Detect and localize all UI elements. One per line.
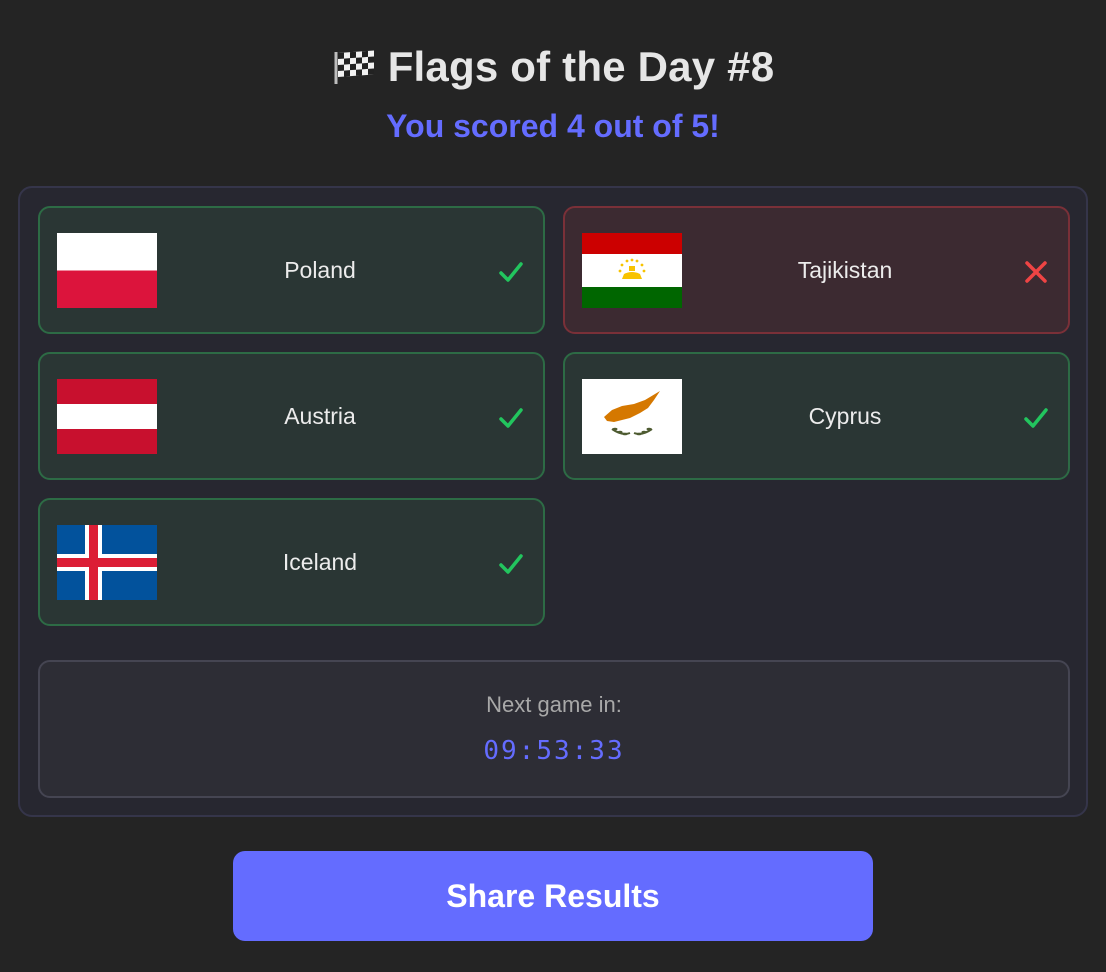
austria-flag-icon — [57, 379, 157, 454]
timer-label: Next game in: — [486, 692, 622, 717]
game-results-page: Flags of the Day #8 You scored 4 out of … — [0, 0, 1106, 972]
country-name: Austria — [284, 402, 356, 429]
results-panel: Poland Tajikistan Austria Cyprus Iceland… — [18, 186, 1088, 817]
country-name: Iceland — [282, 548, 358, 575]
country-name: Tajikistan — [797, 256, 893, 283]
check-icon — [497, 258, 525, 286]
score-text: You scored 4 out of 5! — [386, 108, 720, 144]
country-name: Poland — [284, 256, 356, 283]
tajikistan-flag-icon — [582, 233, 682, 308]
result-card-iceland: Iceland — [38, 498, 545, 626]
cross-icon — [1022, 258, 1050, 286]
share-results-button[interactable]: Share Results — [233, 851, 873, 941]
result-card-poland: Poland — [38, 206, 545, 334]
next-game-timer: Next game in: 09:53:33 — [38, 660, 1070, 798]
check-icon — [497, 550, 525, 578]
timer-countdown: 09:53:33 — [483, 736, 625, 766]
result-card-cyprus: Cyprus — [563, 352, 1070, 480]
result-card-austria: Austria — [38, 352, 545, 480]
cyprus-flag-icon — [582, 379, 682, 454]
check-icon — [1022, 404, 1050, 432]
results-grid: Poland Tajikistan Austria Cyprus Iceland — [38, 206, 1070, 626]
iceland-flag-icon — [57, 525, 157, 600]
checkered-flag-icon — [332, 48, 378, 86]
check-icon — [497, 404, 525, 432]
result-card-tajikistan: Tajikistan — [563, 206, 1070, 334]
country-name: Cyprus — [808, 402, 882, 429]
page-title: Flags of the Day #8 — [387, 43, 775, 90]
header: Flags of the Day #8 — [0, 40, 1106, 94]
poland-flag-icon — [57, 233, 157, 308]
